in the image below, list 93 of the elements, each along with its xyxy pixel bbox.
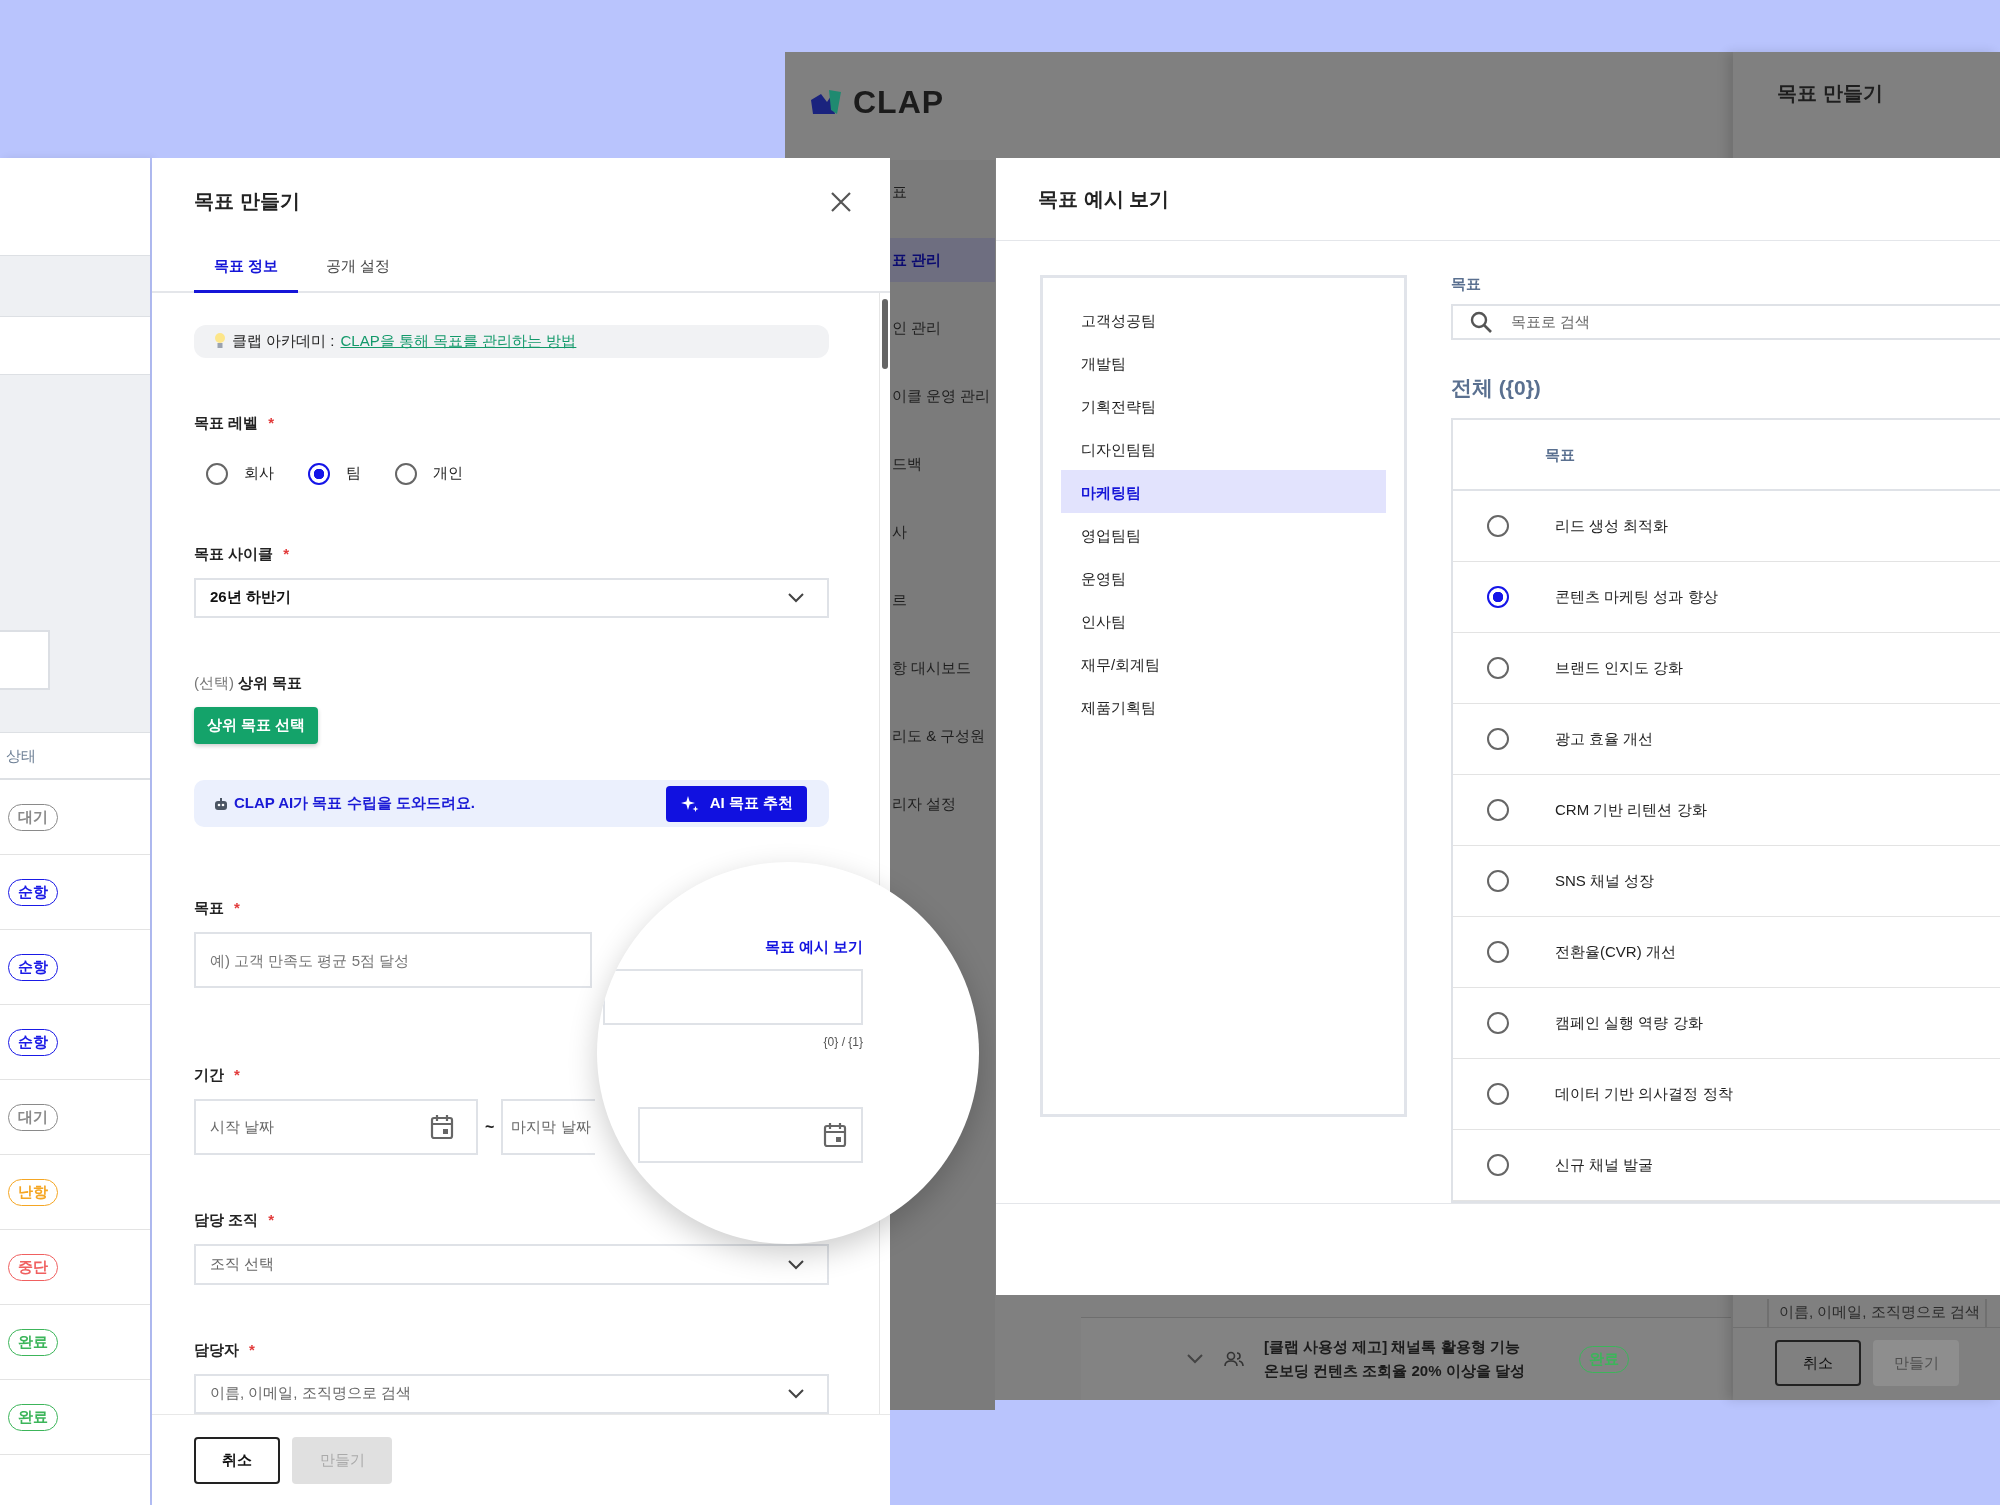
end-date-field[interactable] <box>638 1107 863 1163</box>
search-icon <box>1469 310 1493 334</box>
field-label: (선택) 상위 목표 <box>194 674 303 694</box>
modal-title: 목표 만들기 <box>194 189 300 214</box>
end-date-field[interactable]: 마지막 날짜 <box>501 1099 595 1156</box>
radio-button[interactable] <box>1487 1012 1509 1034</box>
academy-link[interactable]: CLAP을 통해 목표를 관리하는 방법 <box>340 331 577 351</box>
goal-title: [클랩 사용성 제고] 채널톡 활용형 기능온보딩 컨텐츠 조회율 20% 이상을 달성 <box>1264 1337 1526 1381</box>
required-mark: * <box>234 1066 240 1086</box>
calendar-icon <box>430 1114 454 1141</box>
character-counter: {0} / {1} <box>823 1035 863 1049</box>
team-item[interactable]: 운영팀 <box>1061 556 1386 599</box>
goal-input[interactable]: 예) 고객 만족도 평균 5점 달성 <box>194 932 592 989</box>
team-item[interactable]: 고객성공팀 <box>1061 298 1386 341</box>
table-cell: 리드 생성 최적화 <box>1555 516 1669 536</box>
team-item[interactable]: 기획전략팀 <box>1061 384 1386 427</box>
radio-button[interactable] <box>395 462 417 485</box>
column-header: 목표 <box>1453 420 2000 491</box>
tab[interactable]: 공개 설정 <box>306 247 411 293</box>
radio-button[interactable] <box>206 462 228 485</box>
chevron-down-icon <box>1186 1353 1204 1365</box>
robot-icon <box>214 796 228 811</box>
date-separator: ~ <box>485 1118 495 1137</box>
team-item[interactable]: 마케팅팀 <box>1061 470 1386 513</box>
tab[interactable]: 목표 정보 <box>194 247 299 293</box>
scrollbar-thumb[interactable] <box>882 299 888 369</box>
table-cell: 전환율(CVR) 개선 <box>1555 942 1676 962</box>
radio-button[interactable] <box>1487 515 1509 537</box>
radio-button[interactable] <box>1487 870 1509 892</box>
example-link[interactable]: 목표 예시 보기 <box>764 938 863 957</box>
close-icon[interactable] <box>830 190 852 213</box>
radio-button[interactable] <box>1487 586 1509 608</box>
required-mark: * <box>268 1211 274 1231</box>
field-label: 담당 조직 <box>194 1211 259 1231</box>
search-field[interactable]: 목표로 검색 <box>1451 304 2000 340</box>
field-label: 목표 레벨 <box>194 413 259 433</box>
radio-button[interactable] <box>1487 657 1509 679</box>
academy-label: 클랩 아카데미 : <box>232 331 335 351</box>
assignee-field[interactable]: 이름, 이메일, 조직명으로 검색 <box>1767 1299 1987 1327</box>
drawer-button[interactable]: 취소 <box>1775 1340 1861 1386</box>
search-label: 목표 <box>1451 275 1482 294</box>
table-cell: SNS 채널 성장 <box>1555 871 1655 891</box>
radio-button[interactable] <box>308 462 330 485</box>
team-item[interactable]: 제품기획팀 <box>1061 685 1386 728</box>
field-label: 담당자 <box>194 1340 239 1360</box>
org-select[interactable]: 조직 선택 <box>194 1244 829 1285</box>
cycle-select[interactable]: 26년 하반기 <box>194 577 829 619</box>
team-item[interactable]: 인사팀 <box>1061 599 1386 642</box>
select-parent-goal-button[interactable]: 상위 목표 선택 <box>194 707 319 745</box>
panel-title: 목표 예시 보기 <box>996 158 2000 241</box>
chevron-down-icon <box>787 591 805 604</box>
required-mark: * <box>234 899 240 919</box>
goal-input[interactable] <box>603 969 863 1025</box>
required-mark: * <box>249 1340 255 1360</box>
table-cell: 광고 효율 개선 <box>1555 729 1654 749</box>
field-label: 목표 사이클 <box>194 544 274 564</box>
drawer-title: 목표 만들기 <box>1776 81 1884 106</box>
lightbulb-icon <box>214 332 226 351</box>
logo-text: CLAP <box>853 83 945 121</box>
owner-select[interactable]: 이름, 이메일, 조직명으로 검색 <box>194 1373 829 1414</box>
calendar-icon <box>823 1122 847 1148</box>
radio-button[interactable] <box>1487 1154 1509 1176</box>
team-item[interactable]: 디자인팀팀 <box>1061 427 1386 470</box>
radio-label: 개인 <box>433 464 463 484</box>
column-header: 상태 <box>0 732 150 780</box>
table-cell: 캠페인 실행 역량 강화 <box>1555 1013 1703 1033</box>
radio-button[interactable] <box>1487 728 1509 750</box>
team-item[interactable]: 재무/회계팀 <box>1061 642 1386 685</box>
radio-button[interactable] <box>1487 1083 1509 1105</box>
footer-button[interactable]: 취소 <box>194 1436 280 1484</box>
field-label: 목표 <box>194 899 224 919</box>
people-icon <box>1224 1351 1244 1367</box>
required-mark: * <box>268 413 274 433</box>
radio-button[interactable] <box>1487 799 1509 821</box>
table-cell: 데이터 기반 의사결정 정착 <box>1555 1084 1733 1104</box>
table-cell: CRM 기반 리텐션 강화 <box>1555 800 1707 820</box>
radio-button[interactable] <box>1487 941 1509 963</box>
chevron-down-icon <box>787 1258 805 1271</box>
field-label: 기간 <box>194 1066 224 1086</box>
table-cell: 콘텐츠 마케팅 성과 향상 <box>1555 587 1718 607</box>
start-date-field[interactable]: 시작 날짜 <box>194 1099 478 1156</box>
input-field[interactable] <box>0 630 50 690</box>
table-cell: 신규 채널 발굴 <box>1555 1155 1654 1175</box>
total-count: 전체 ({0}) <box>1451 375 1542 401</box>
ai-message: CLAP AI가 목표 수립을 도와드려요. <box>234 794 475 814</box>
table-cell: 브랜드 인지도 강화 <box>1555 658 1684 678</box>
ai-recommend-button[interactable]: AI 목표 추천 <box>665 785 807 822</box>
team-item[interactable]: 개발팀 <box>1061 341 1386 384</box>
radio-label: 팀 <box>346 464 361 484</box>
required-mark: * <box>283 544 289 564</box>
chevron-down-icon <box>787 1387 805 1400</box>
radio-label: 회사 <box>244 464 274 484</box>
team-item[interactable]: 영업팀팀 <box>1061 513 1386 556</box>
